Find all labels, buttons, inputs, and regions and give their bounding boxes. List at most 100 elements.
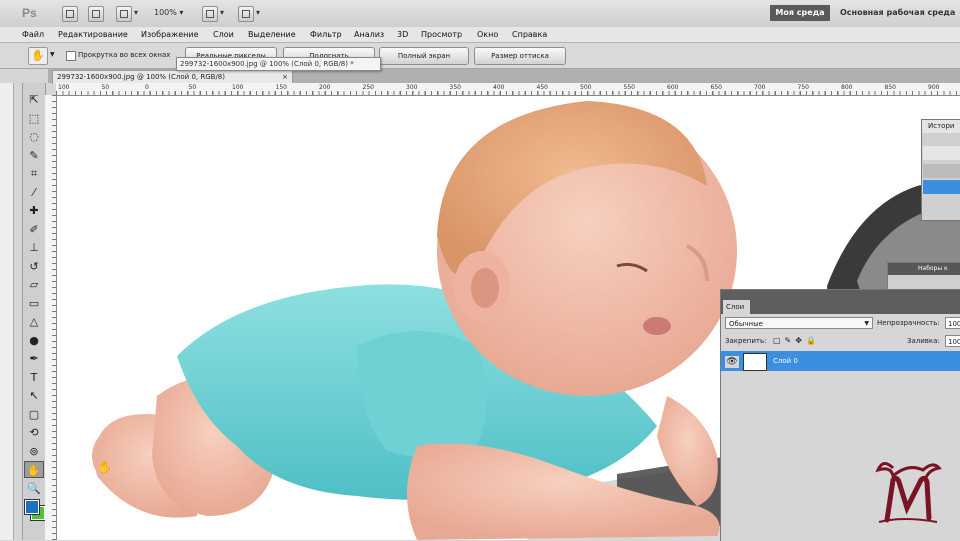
menu-view[interactable]: Просмотр (421, 28, 462, 41)
history-panel: Истори (921, 119, 960, 221)
eraser-tool-icon[interactable]: ▱ (24, 276, 44, 293)
document-tooltip: 299732-1600x900.jpg @ 100% (Слой 0, RGB/… (176, 57, 381, 71)
path-select-tool-icon[interactable]: ↖ (24, 387, 44, 404)
lock-icons[interactable]: ▢✎✥🔒 (773, 336, 820, 345)
ruler-tick-label: 450 (536, 84, 548, 91)
move-tool-icon[interactable]: ⇱ (24, 91, 44, 108)
layer-name: Слой 0 (773, 357, 798, 365)
view-extras-dropdown-icon[interactable]: ▾ (134, 6, 138, 20)
options-bar: ✋ ▼ Прокрутка во всех окнах Реальные пик… (0, 43, 960, 69)
pen-tool-icon[interactable]: ✒ (24, 350, 44, 367)
vertical-ruler[interactable] (45, 95, 57, 540)
menu-layers[interactable]: Слои (213, 28, 234, 41)
chevron-down-icon: ▼ (864, 320, 869, 327)
monogram-watermark-logo (875, 462, 942, 523)
ruler-tick-label: 550 (623, 84, 635, 91)
blend-mode-select[interactable]: Обычные ▼ (725, 317, 873, 329)
ruler-tick-label: 0 (145, 84, 149, 91)
workspace-my-button[interactable]: Моя среда (770, 5, 830, 21)
document-tab[interactable]: 299732-1600x900.jpg @ 100% (Слой 0, RGB/… (52, 70, 293, 84)
screen-mode-dropdown-icon[interactable]: ▾ (256, 6, 260, 20)
ruler-tick-label: 50 (101, 84, 110, 91)
fill-field[interactable]: 100 (945, 335, 960, 347)
history-state-row-active[interactable] (923, 180, 960, 194)
lasso-tool-icon[interactable]: ◌ (24, 128, 44, 145)
opacity-field[interactable]: 100 (945, 317, 960, 329)
ruler-tick-label: 300 (406, 84, 418, 91)
arrange-dropdown-icon[interactable]: ▾ (220, 6, 224, 20)
history-brush-tool-icon[interactable]: ↺ (24, 258, 44, 275)
type-tool-icon[interactable]: T (24, 369, 44, 386)
blend-mode-value: Обычные (729, 320, 763, 328)
ruler-tick-label: 750 (797, 84, 809, 91)
layers-panel-header: Слои (721, 290, 960, 314)
ruler-tick-label: 600 (667, 84, 679, 91)
print-size-button[interactable]: Размер оттиска (474, 47, 566, 65)
menu-filter[interactable]: Фильтр (310, 28, 342, 41)
ruler-tick-label: 500 (580, 84, 592, 91)
launch-minibridge-button[interactable] (88, 6, 104, 22)
menu-file[interactable]: Файл (22, 28, 44, 41)
hand-tool-preset-icon[interactable]: ✋ (28, 47, 48, 65)
zoom-level-value: 100% (154, 8, 177, 17)
3d-orbit-tool-icon[interactable]: ⊚ (24, 443, 44, 460)
ruler-tick-label: 800 (841, 84, 853, 91)
ruler-tick-label: 100 (232, 84, 244, 91)
menu-select[interactable]: Выделение (248, 28, 296, 41)
zoom-tool-icon[interactable]: 🔍 (24, 480, 44, 497)
menu-3d[interactable]: 3D (397, 28, 408, 41)
ruler-tick-label: 650 (710, 84, 722, 91)
3d-rotate-tool-icon[interactable]: ⟲ (24, 424, 44, 441)
history-snapshot-row[interactable] (923, 146, 960, 160)
quick-select-tool-icon[interactable]: ✎ (24, 147, 44, 164)
presets-panel-title[interactable]: Наборы к (888, 263, 960, 275)
eye-icon[interactable]: 👁 (725, 356, 739, 368)
launch-bridge-button[interactable] (62, 6, 78, 22)
photoshop-logo: Ps (22, 6, 37, 20)
fill-label: Заливка: (907, 337, 940, 345)
ruler-tick-label: 400 (493, 84, 505, 91)
gradient-tool-icon[interactable]: ▭ (24, 295, 44, 312)
horizontal-ruler[interactable]: 100 50 0 50 100 150 200 250 300 350 400 450 500 550 60… (56, 83, 960, 96)
menu-analysis[interactable]: Анализ (354, 28, 384, 41)
menu-window[interactable]: Окно (477, 28, 498, 41)
workspace-essentials-button[interactable]: Основная рабочая среда (840, 5, 955, 21)
arrange-documents-button[interactable] (202, 6, 218, 22)
ruler-tick-label: 200 (319, 84, 331, 91)
crop-tool-icon[interactable]: ⌗ (24, 165, 44, 182)
scroll-all-windows-label: Прокрутка во всех окнах (78, 51, 171, 59)
opacity-label: Непрозрачность: (877, 319, 940, 327)
healing-brush-tool-icon[interactable]: ✚ (24, 202, 44, 219)
eyedropper-tool-icon[interactable]: ⁄ (24, 184, 44, 201)
ruler-tick-label: 150 (275, 84, 287, 91)
view-extras-button[interactable] (116, 6, 132, 22)
ruler-tick-label: 900 (928, 84, 940, 91)
ruler-tick-label: 50 (188, 84, 197, 91)
history-panel-tab[interactable]: Истори (922, 120, 960, 133)
document-tab-strip: 299732-1600x900.jpg @ 100% (Слой 0, RGB/… (48, 69, 960, 84)
tools-panel: ⇱ ⬚ ◌ ✎ ⌗ ⁄ ✚ ✐ ⊥ ↺ ▱ ▭ △ ● ✒ T ↖ ▢ ⟲ ⊚ ✋ 🔍 (22, 83, 46, 540)
layer-row-selected[interactable]: 👁 Слой 0 (721, 351, 960, 371)
menu-image[interactable]: Изображение (141, 28, 199, 41)
marquee-tool-icon[interactable]: ⬚ (24, 110, 44, 127)
hand-tool-icon[interactable]: ✋ (24, 461, 44, 478)
dodge-tool-icon[interactable]: ● (24, 332, 44, 349)
document-tab-title: 299732-1600x900.jpg @ 100% (Слой 0, RGB/… (57, 73, 225, 81)
tab-layers[interactable]: Слои (723, 300, 750, 314)
foreground-color-swatch[interactable] (24, 499, 40, 515)
tool-preset-dropdown-icon[interactable]: ▼ (50, 51, 55, 58)
clone-stamp-tool-icon[interactable]: ⊥ (24, 239, 44, 256)
zoom-level-dropdown[interactable]: 100% ▾ (154, 6, 183, 20)
menu-help[interactable]: Справка (512, 28, 547, 41)
screen-mode-button[interactable] (238, 6, 254, 22)
full-screen-button[interactable]: Полный экран (379, 47, 469, 65)
menu-edit[interactable]: Редактирование (58, 28, 128, 41)
menu-bar: Файл Редактирование Изображение Слои Выд… (0, 27, 960, 43)
ruler-tick-label: 700 (754, 84, 766, 91)
layer-thumbnail (743, 353, 767, 371)
blur-tool-icon[interactable]: △ (24, 313, 44, 330)
shape-tool-icon[interactable]: ▢ (24, 406, 44, 423)
history-state-row[interactable] (923, 164, 960, 178)
scroll-all-windows-checkbox[interactable] (66, 51, 76, 61)
brush-tool-icon[interactable]: ✐ (24, 221, 44, 238)
